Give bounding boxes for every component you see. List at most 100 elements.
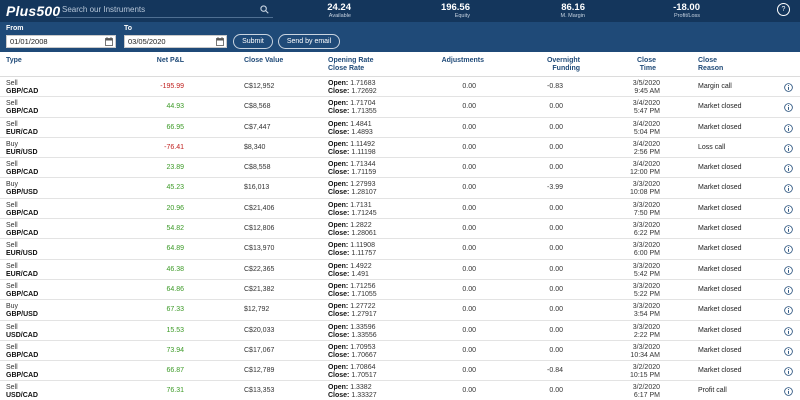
info-icon[interactable] xyxy=(784,164,793,173)
open-label: Open: xyxy=(328,323,349,331)
brand-logo[interactable]: Plus500 xyxy=(6,3,60,19)
table-row[interactable]: Sell GBP/CAD -195.99 C$12,952 Open: 1.71683 C… xyxy=(0,77,800,98)
rates: Open: 1.70953 Close: 1.70667 xyxy=(328,344,377,360)
info-icon[interactable] xyxy=(784,306,793,316)
close-time: 3/3/2020 7:50 PM xyxy=(612,202,660,218)
adjustments: 0.00 xyxy=(462,103,476,111)
overnight-funding: 0.00 xyxy=(549,204,563,212)
table-row[interactable]: Buy GBP/USD 67.33 $12,792 Open: 1.27722 Close… xyxy=(0,300,800,321)
close-label: Close: xyxy=(328,209,350,217)
send-email-button[interactable]: Send by email xyxy=(278,34,340,49)
table-row[interactable]: Sell GBP/CAD 44.93 C$8,568 Open: 1.71704 Clos… xyxy=(0,97,800,118)
col-header-close-reason[interactable]: Close Reason xyxy=(698,57,723,73)
table-row[interactable]: Sell GBP/CAD 66.87 C$12,789 Open: 1.70864 Clo… xyxy=(0,361,800,382)
close-time: 3/3/2020 2:22 PM xyxy=(612,324,660,340)
trade-side: Sell xyxy=(6,262,18,270)
col-header-opening-rate: Opening Rate xyxy=(328,57,374,64)
from-date-value[interactable]: 01/01/2008 xyxy=(10,37,48,46)
close-time: 3/2/2020 6:17 PM xyxy=(612,384,660,400)
info-icon[interactable] xyxy=(784,245,793,255)
search-box[interactable]: Search our Instruments xyxy=(56,3,273,18)
close-rate-line: Close: 1.11198 xyxy=(328,149,376,157)
close-date: 3/4/2020 xyxy=(632,140,660,148)
search-input[interactable]: Search our Instruments xyxy=(62,5,145,14)
help-button[interactable]: ? xyxy=(777,3,790,16)
overnight-funding: -3.99 xyxy=(547,184,563,192)
submit-button[interactable]: Submit xyxy=(233,34,273,49)
info-icon[interactable] xyxy=(784,103,793,113)
close-value: C$13,970 xyxy=(244,245,275,253)
to-date-value[interactable]: 03/05/2020 xyxy=(128,37,166,46)
col-header-close-value[interactable]: Close Value xyxy=(244,57,283,65)
close-clock: 6:17 PM xyxy=(633,392,660,400)
table-row[interactable]: Sell GBP/CAD 73.94 C$17,067 Open: 1.70953 Clo… xyxy=(0,341,800,362)
close-value: C$20,033 xyxy=(244,326,275,334)
close-reason: Profit call xyxy=(698,387,727,395)
open-label: Open: xyxy=(328,120,349,128)
opening-rate: 1.27993 xyxy=(350,181,376,189)
adjustments: 0.00 xyxy=(462,225,476,233)
opening-rate: 1.4841 xyxy=(350,120,372,128)
col-header-overnight-funding[interactable]: Overnight Funding xyxy=(520,57,580,73)
table-row[interactable]: Sell USD/CAD 15.53 C$20,033 Open: 1.33596 Clo… xyxy=(0,321,800,341)
close-label: Close: xyxy=(328,290,350,298)
trade-type: Sell GBP/CAD xyxy=(6,161,38,177)
info-icon[interactable] xyxy=(784,83,793,92)
col-header-close-time-line1: Close xyxy=(636,57,656,64)
info-icon[interactable] xyxy=(784,184,793,194)
table-row[interactable]: Sell EUR/CAD 66.95 C$7,447 Open: 1.4841 Close… xyxy=(0,118,800,138)
info-icon[interactable] xyxy=(784,347,793,356)
info-icon[interactable] xyxy=(784,326,793,336)
info-icon[interactable] xyxy=(784,367,793,376)
from-date-field[interactable]: 01/01/2008 xyxy=(6,35,116,48)
table-row[interactable]: Buy EUR/USD -76.41 $8,340 Open: 1.11492 Close… xyxy=(0,138,800,159)
overnight-funding: 0.00 xyxy=(549,225,563,233)
trade-side: Buy xyxy=(6,181,19,189)
close-rate: 1.33556 xyxy=(351,331,377,339)
table-row[interactable]: Sell GBP/CAD 20.96 C$21,406 Open: 1.7131 Clos… xyxy=(0,199,800,220)
opening-rate: 1.27722 xyxy=(350,303,376,311)
table-row[interactable]: Sell EUR/CAD 46.38 C$22,365 Open: 1.4922 Clos… xyxy=(0,260,800,280)
trade-type: Buy EUR/USD xyxy=(6,141,38,157)
close-rate: 1.27917 xyxy=(351,311,377,319)
overnight-funding: -0.83 xyxy=(547,83,563,90)
close-clock: 10:34 AM xyxy=(630,351,660,359)
col-header-adjustments[interactable]: Adjustments xyxy=(430,57,484,65)
calendar-icon[interactable] xyxy=(105,37,113,46)
close-value: C$8,568 xyxy=(244,103,271,111)
col-header-type[interactable]: Type xyxy=(6,57,22,65)
adjustments: 0.00 xyxy=(462,245,476,253)
rates: Open: 1.4922 Close: 1.491 xyxy=(328,263,372,279)
to-date-field[interactable]: 03/05/2020 xyxy=(124,35,227,48)
col-header-pnl[interactable]: Net P&L xyxy=(120,57,184,65)
close-value: $8,340 xyxy=(244,143,266,151)
table-row[interactable]: Sell EUR/USD 64.89 C$13,970 Open: 1.11908 Clo… xyxy=(0,239,800,260)
filter-bar: From 01/01/2008 To 03/05/2020 Submit Sen… xyxy=(0,22,800,52)
table-row[interactable]: Sell GBP/CAD 64.86 C$21,382 Open: 1.71256 Clo… xyxy=(0,280,800,301)
info-icon[interactable] xyxy=(784,205,793,214)
info-icon[interactable] xyxy=(784,123,793,133)
close-label: Close: xyxy=(328,148,350,156)
col-header-close-reason-line1: Close xyxy=(698,57,718,64)
opening-rate-line: Open: 1.33596 xyxy=(328,324,377,332)
trade-instrument: EUR/USD xyxy=(6,148,38,156)
table-row[interactable]: Sell GBP/CAD 23.89 C$8,558 Open: 1.71344 Clos… xyxy=(0,158,800,179)
trade-side: Sell xyxy=(6,201,18,209)
calendar-icon[interactable] xyxy=(216,37,224,46)
info-icon[interactable] xyxy=(784,387,793,397)
close-date: 3/4/2020 xyxy=(632,100,660,108)
table-row[interactable]: Sell USD/CAD 76.31 C$13,353 Open: 1.3382 Clos… xyxy=(0,381,800,400)
table-row[interactable]: Sell GBP/CAD 54.82 C$12,806 Open: 1.2822 Clos… xyxy=(0,219,800,240)
search-icon[interactable] xyxy=(260,5,269,14)
info-icon[interactable] xyxy=(784,144,793,153)
table-row[interactable]: Buy GBP/USD 45.23 $16,013 Open: 1.27993 Close… xyxy=(0,178,800,199)
close-reason: Market closed xyxy=(698,225,742,233)
open-label: Open: xyxy=(328,282,349,290)
info-icon[interactable] xyxy=(784,265,793,275)
col-header-rates[interactable]: Opening Rate Close Rate xyxy=(328,57,374,73)
overnight-funding: 0.00 xyxy=(549,123,563,131)
net-pnl: 44.93 xyxy=(166,103,184,111)
info-icon[interactable] xyxy=(784,286,793,295)
col-header-close-time[interactable]: Close Time xyxy=(612,57,656,73)
info-icon[interactable] xyxy=(784,225,793,234)
